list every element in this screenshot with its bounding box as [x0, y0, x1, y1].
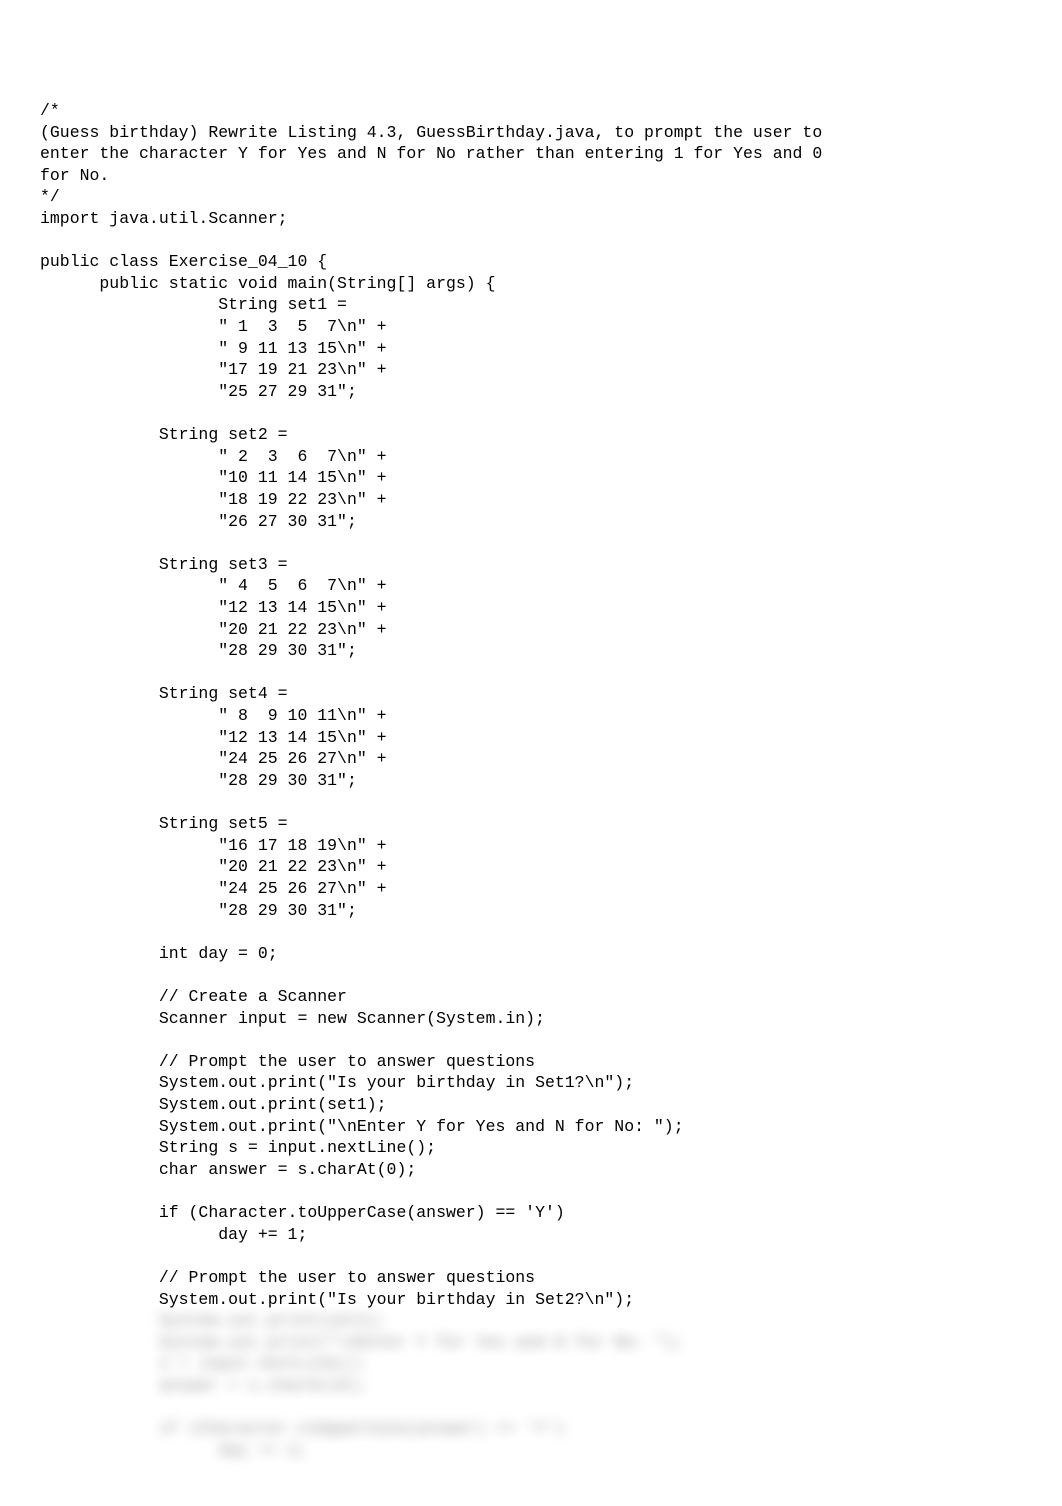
- code-block-blurred: System.out.print(set2); System.out.print…: [40, 1310, 1022, 1461]
- code-block: /* (Guess birthday) Rewrite Listing 4.3,…: [40, 100, 1022, 1310]
- document-page: /* (Guess birthday) Rewrite Listing 4.3,…: [0, 0, 1062, 1506]
